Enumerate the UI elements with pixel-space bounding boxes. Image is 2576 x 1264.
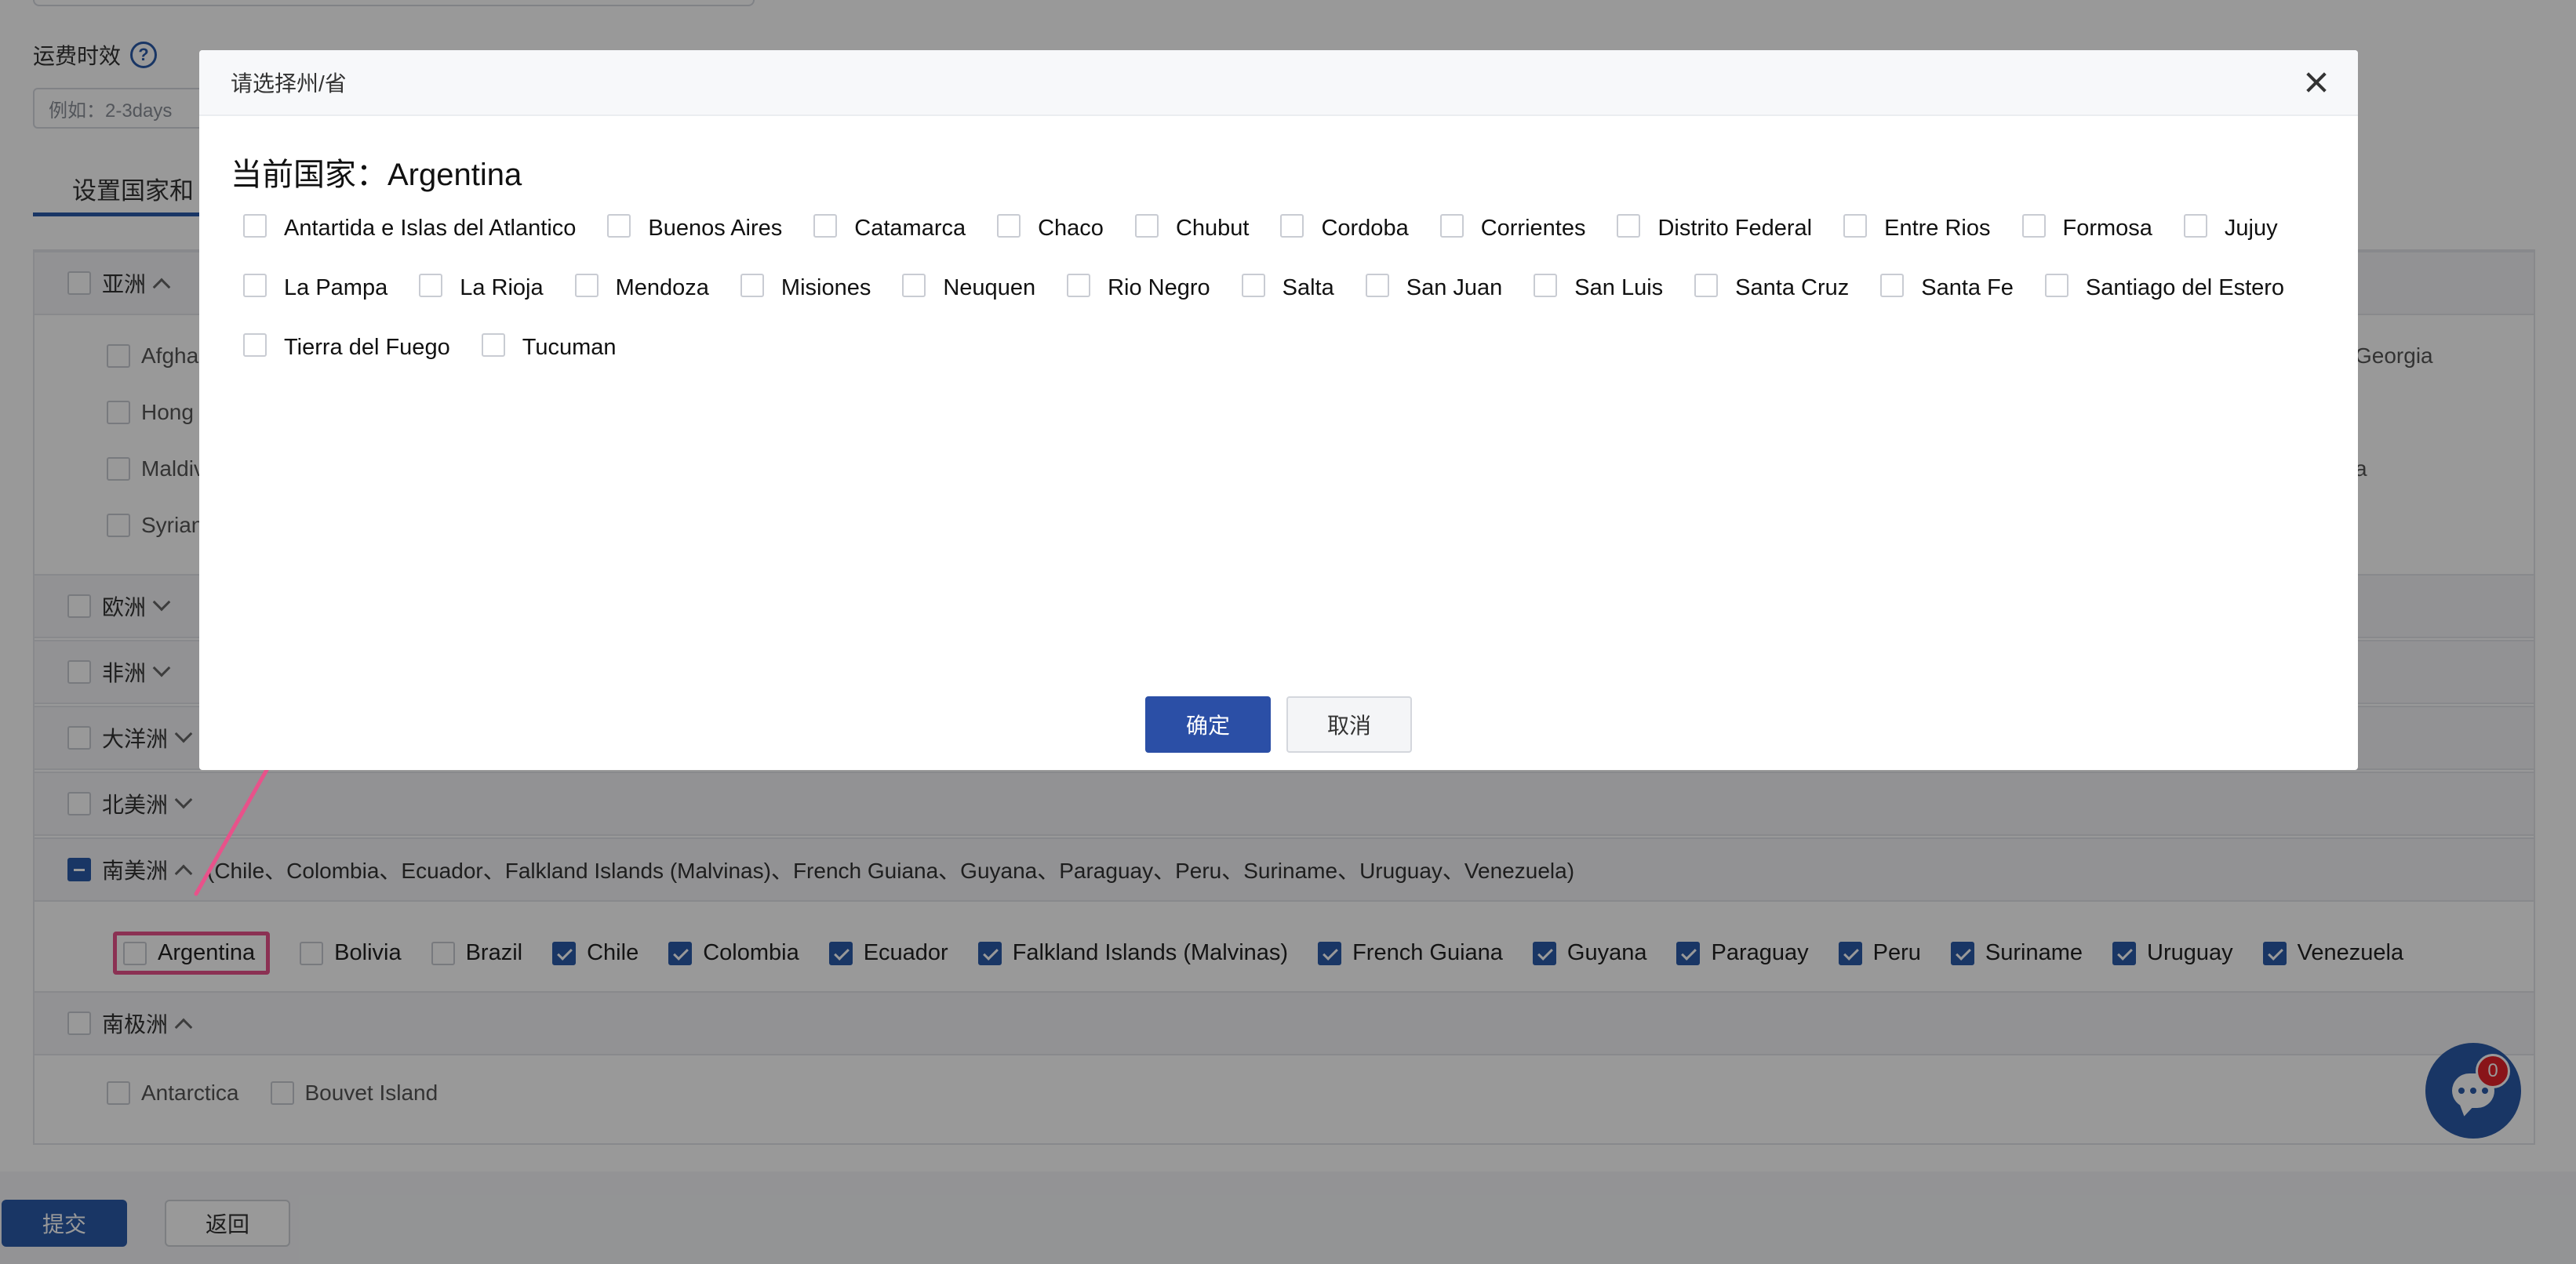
province-checkbox[interactable] <box>1280 214 1304 238</box>
province-label: Corrientes <box>1480 215 1586 241</box>
province-option[interactable]: Antartida e Islas del Atlantico <box>243 214 577 241</box>
modal-title: 请选择州/省 <box>231 71 347 96</box>
province-label: Catamarca <box>854 215 966 241</box>
province-option[interactable]: Cordoba <box>1280 214 1409 241</box>
province-option[interactable]: Santa Fe <box>1880 274 2014 300</box>
province-label: Tucuman <box>522 334 617 360</box>
province-option[interactable]: Tierra del Fuego <box>243 333 450 360</box>
province-checkbox[interactable] <box>902 274 926 297</box>
province-option[interactable]: Misiones <box>740 274 871 300</box>
province-label: Jujuy <box>2224 215 2278 241</box>
province-checkbox[interactable] <box>1067 274 1091 297</box>
province-label: La Pampa <box>284 274 388 300</box>
province-label: Santiago del Estero <box>2085 274 2285 300</box>
province-option[interactable]: La Rioja <box>419 274 544 300</box>
province-label: Chubut <box>1175 215 1250 241</box>
province-checkbox[interactable] <box>1843 214 1868 238</box>
province-checkbox[interactable] <box>243 214 267 238</box>
province-option[interactable]: Distrito Federal <box>1617 214 1813 241</box>
province-option[interactable]: Salta <box>1241 274 1334 300</box>
province-option[interactable]: Formosa <box>2021 214 2152 241</box>
province-label: Rio Negro <box>1108 274 1210 300</box>
province-option[interactable]: Buenos Aires <box>607 214 783 241</box>
province-option[interactable]: Rio Negro <box>1067 274 1210 300</box>
province-option[interactable]: La Pampa <box>243 274 388 300</box>
province-checkbox[interactable] <box>2044 274 2068 297</box>
province-option[interactable]: San Juan <box>1365 274 1503 300</box>
province-label: Distrito Federal <box>1657 215 1813 241</box>
province-label: Entre Rios <box>1884 215 1991 241</box>
province-checkbox[interactable] <box>740 274 764 297</box>
modal-header: 请选择州/省 <box>199 50 2358 116</box>
province-checkbox[interactable] <box>1241 274 1265 297</box>
province-option[interactable]: Mendoza <box>574 274 709 300</box>
province-checkbox[interactable] <box>2183 214 2207 238</box>
close-icon[interactable] <box>2306 72 2327 93</box>
province-label: Misiones <box>780 274 871 300</box>
province-checkbox[interactable] <box>997 214 1021 238</box>
province-option[interactable]: Catamarca <box>813 214 966 241</box>
province-option[interactable]: Jujuy <box>2183 214 2278 241</box>
province-label: Neuquen <box>943 274 1036 300</box>
province-checkbox-list: Antartida e Islas del Atlantico Buenos Ai… <box>243 214 2330 360</box>
province-checkbox[interactable] <box>1534 274 1558 297</box>
province-checkbox[interactable] <box>1880 274 1905 297</box>
province-label: Santa Cruz <box>1735 274 1850 300</box>
province-checkbox[interactable] <box>574 274 599 297</box>
province-checkbox[interactable] <box>1617 214 1641 238</box>
province-label: La Rioja <box>460 274 544 300</box>
province-option[interactable]: Chaco <box>997 214 1104 241</box>
province-checkbox[interactable] <box>607 214 631 238</box>
province-label: Formosa <box>2062 215 2152 241</box>
province-label: Antartida e Islas del Atlantico <box>284 215 577 241</box>
province-option[interactable]: Chubut <box>1134 214 1250 241</box>
province-checkbox[interactable] <box>243 274 267 297</box>
province-label: Cordoba <box>1321 215 1409 241</box>
province-option[interactable]: Tucuman <box>481 333 617 360</box>
province-label: Chaco <box>1038 215 1104 241</box>
province-label: Buenos Aires <box>648 215 783 241</box>
select-province-modal: 请选择州/省 当前国家：Argentina Antartida e Islas … <box>199 50 2358 770</box>
province-checkbox[interactable] <box>481 333 505 357</box>
province-option[interactable]: Entre Rios <box>1843 214 1991 241</box>
province-label: Santa Fe <box>1921 274 2014 300</box>
cancel-button[interactable]: 取消 <box>1286 696 1412 753</box>
province-checkbox[interactable] <box>2021 214 2046 238</box>
province-label: Salta <box>1282 274 1334 300</box>
province-checkbox[interactable] <box>813 214 838 238</box>
modal-footer: 确定 取消 <box>199 696 2358 753</box>
province-option[interactable]: Santiago del Estero <box>2044 274 2285 300</box>
province-label: San Juan <box>1406 274 1503 300</box>
province-option[interactable]: Neuquen <box>902 274 1036 300</box>
province-checkbox[interactable] <box>1134 214 1159 238</box>
province-checkbox[interactable] <box>419 274 443 297</box>
province-option[interactable]: San Luis <box>1534 274 1664 300</box>
confirm-button[interactable]: 确定 <box>1145 696 1271 753</box>
province-label: San Luis <box>1574 274 1664 300</box>
province-checkbox[interactable] <box>1694 274 1719 297</box>
province-option[interactable]: Corrientes <box>1439 214 1586 241</box>
province-checkbox[interactable] <box>1365 274 1389 297</box>
province-checkbox[interactable] <box>243 333 267 357</box>
province-label: Tierra del Fuego <box>284 334 450 360</box>
province-option[interactable]: Santa Cruz <box>1694 274 1850 300</box>
province-checkbox[interactable] <box>1439 214 1464 238</box>
current-country-heading: 当前国家：Argentina <box>231 158 522 192</box>
province-label: Mendoza <box>615 274 709 300</box>
